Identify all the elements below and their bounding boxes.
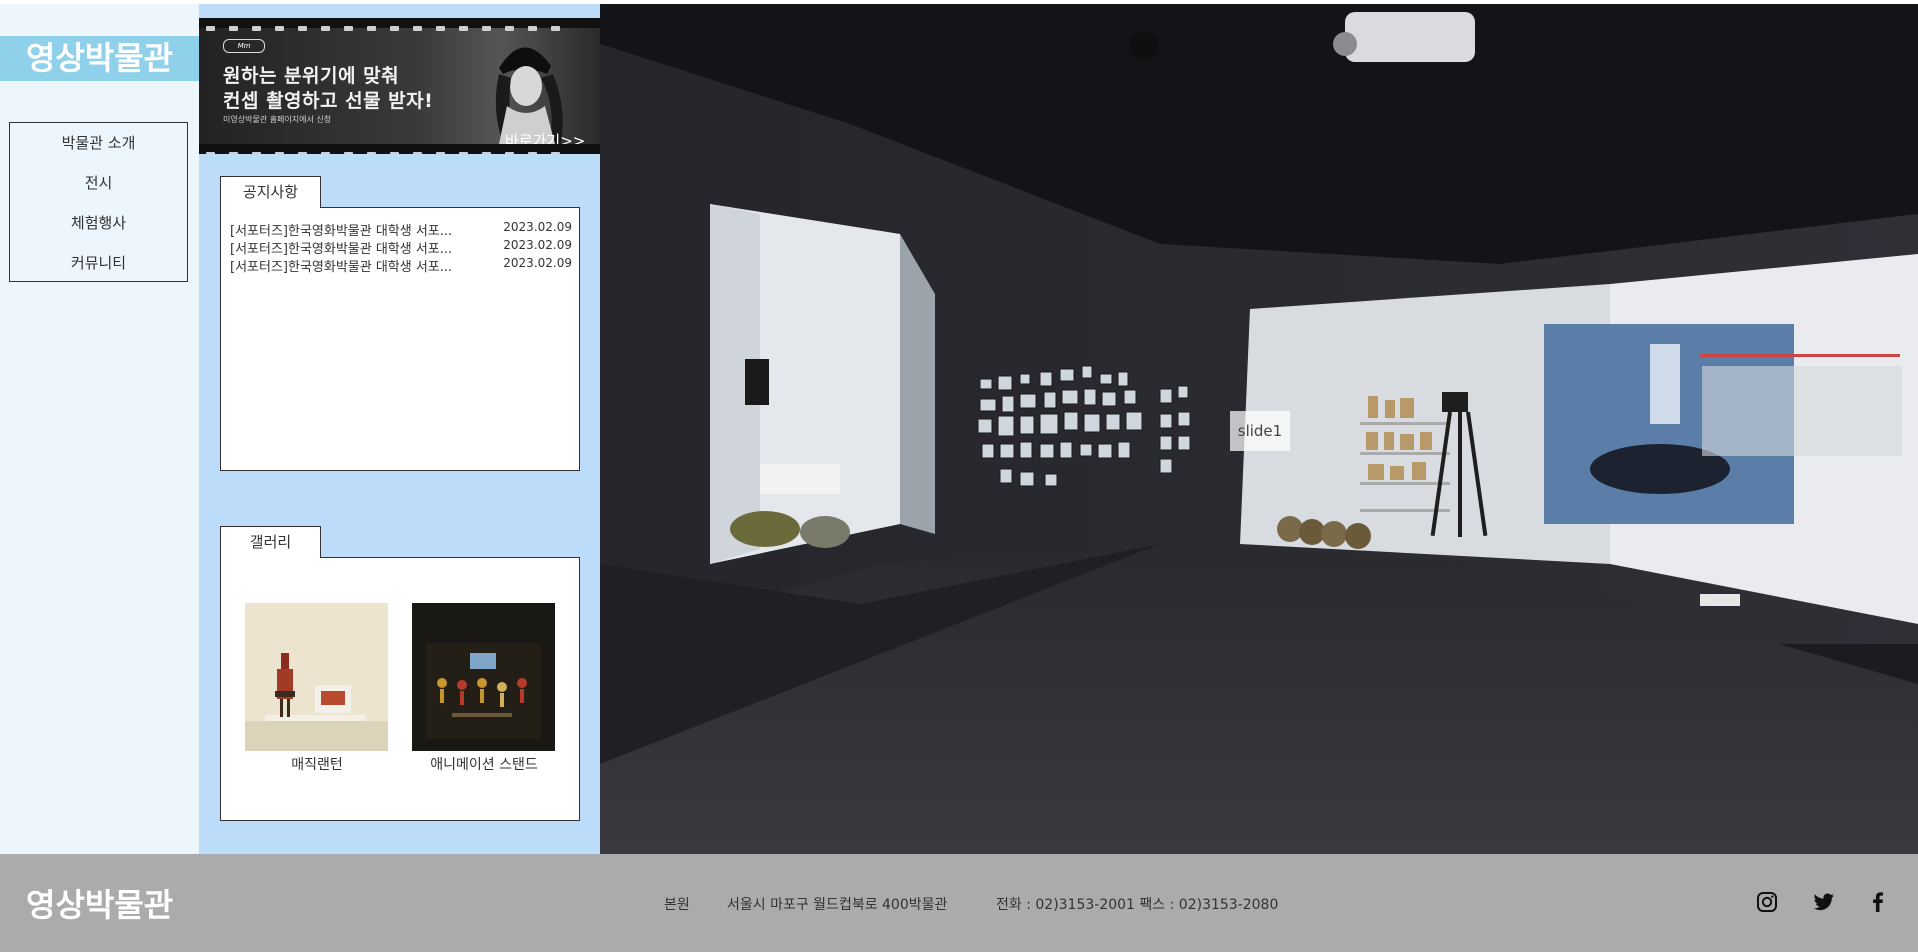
- gallery-thumb-animation-stand[interactable]: [412, 603, 555, 751]
- footer-logo[interactable]: 영상박물관: [26, 880, 173, 926]
- notice-date: 2023.02.09: [503, 256, 572, 270]
- facebook-icon[interactable]: [1865, 889, 1891, 915]
- footer-address: 서울시 마포구 월드컵북로 400박물관: [727, 897, 948, 913]
- banner-caption: 미영상박물관 홈페이지에서 신청: [223, 115, 332, 124]
- notice-title: [서포터즈]한국영화박물관 대학생 서포...: [230, 242, 453, 257]
- slide-label: slide1: [1230, 411, 1290, 451]
- film-strip-bottom: [199, 144, 600, 154]
- promo-banner[interactable]: Mm 원하는 분위기에 맞춰 컨셉 촬영하고 선물 받자! 미영상박물관 홈페이…: [199, 18, 600, 154]
- footer-contact: 전화 : 02)3153-2001 팩스 : 02)3153-2080: [996, 897, 1279, 913]
- banner-headline-2: 컨셉 촬영하고 선물 받자!: [223, 90, 434, 112]
- banner-headline-1: 원하는 분위기에 맞춰: [223, 65, 400, 87]
- hero-slider[interactable]: slide1: [600, 4, 1918, 854]
- notice-item[interactable]: [서포터즈]한국영화박물관 대학생 서포... 2023.02.09: [230, 220, 572, 239]
- tab-notice[interactable]: 공지사항: [220, 176, 321, 208]
- left-sidebar: 영상박물관 박물관 소개 전시 체험행사 커뮤니티: [0, 4, 199, 854]
- nav-item-community[interactable]: 커뮤니티: [10, 243, 187, 283]
- notice-panel: [서포터즈]한국영화박물관 대학생 서포... 2023.02.09 [서포터즈…: [220, 207, 580, 471]
- twitter-icon[interactable]: [1811, 889, 1837, 915]
- gallery-label: 애니메이션 스탠드: [430, 757, 538, 773]
- gallery-label: 매직랜턴: [291, 757, 343, 773]
- nav-item-exhibition[interactable]: 전시: [10, 163, 187, 203]
- notice-title: [서포터즈]한국영화박물관 대학생 서포...: [230, 224, 453, 239]
- gallery-thumb-magic-lantern[interactable]: [245, 603, 388, 751]
- film-strip-top: [199, 18, 600, 31]
- banner-model-image: [495, 47, 563, 144]
- notice-item[interactable]: [서포터즈]한국영화박물관 대학생 서포... 2023.02.09: [230, 256, 572, 275]
- notice-title: [서포터즈]한국영화박물관 대학생 서포...: [230, 260, 453, 275]
- footer: 영상박물관 본원 서울시 마포구 월드컵북로 400박물관 전화 : 02)31…: [0, 854, 1918, 952]
- notice-date: 2023.02.09: [503, 238, 572, 252]
- notice-date: 2023.02.09: [503, 220, 572, 234]
- instagram-icon[interactable]: [1754, 889, 1780, 915]
- nav-item-about[interactable]: 박물관 소개: [10, 123, 187, 163]
- site-logo[interactable]: 영상박물관: [0, 36, 199, 81]
- middle-column: Mm 원하는 분위기에 맞춰 컨셉 촬영하고 선물 받자! 미영상박물관 홈페이…: [199, 4, 600, 854]
- tab-gallery[interactable]: 갤러리: [220, 526, 321, 558]
- gallery-panel: 매직랜턴 애니메이션 스탠드: [220, 557, 580, 821]
- footer-branch: 본원: [664, 897, 690, 913]
- banner-badge: Mm: [223, 39, 265, 53]
- notice-item[interactable]: [서포터즈]한국영화박물관 대학생 서포... 2023.02.09: [230, 238, 572, 257]
- main-nav: 박물관 소개 전시 체험행사 커뮤니티: [9, 122, 188, 282]
- nav-item-events[interactable]: 체험행사: [10, 203, 187, 243]
